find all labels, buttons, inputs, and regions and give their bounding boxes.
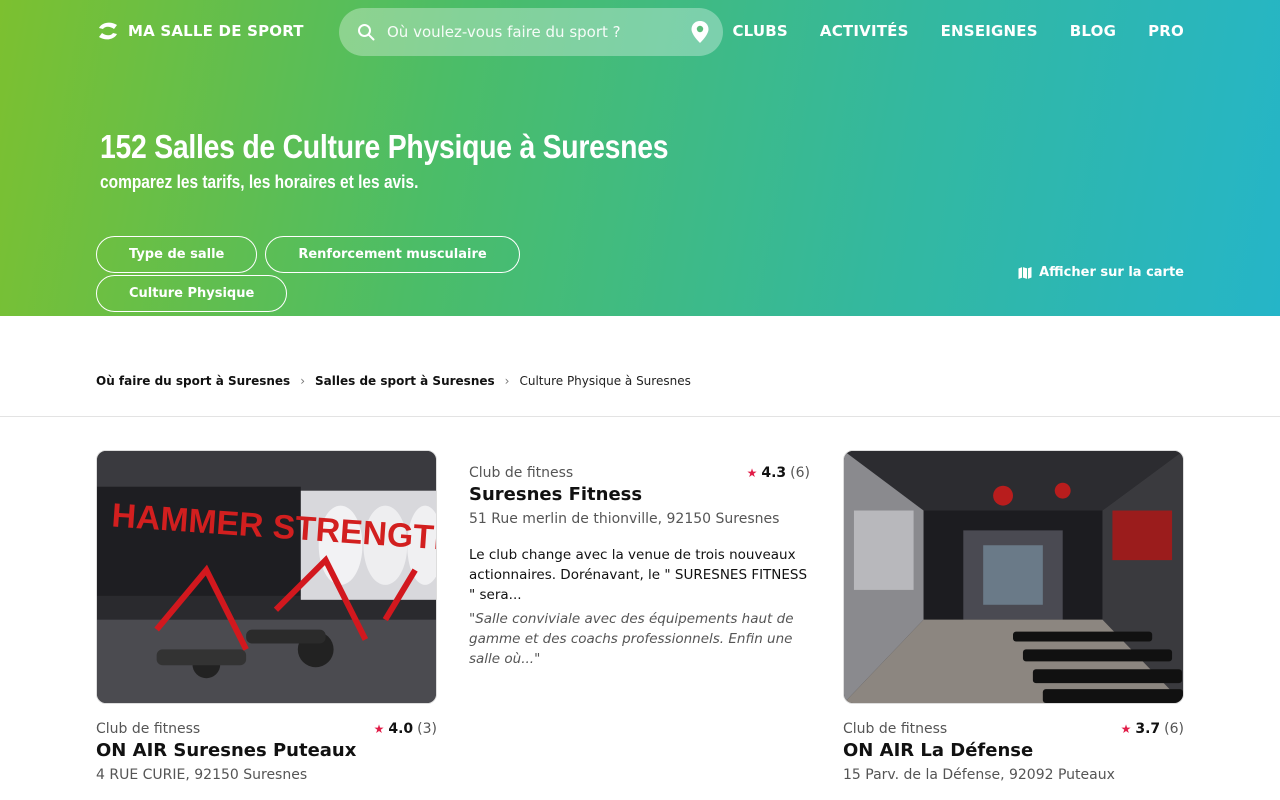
rating-score: 4.3 <box>761 465 787 481</box>
breadcrumb-item-salles-suresnes[interactable]: Salles de sport à Suresnes <box>315 374 495 388</box>
rating-score: 4.0 <box>388 721 414 737</box>
rating-count: (6) <box>1164 721 1184 737</box>
club-name[interactable]: ON AIR La Défense <box>843 740 1184 761</box>
map-icon <box>1018 266 1032 279</box>
club-card-on-air-la-defense[interactable]: Club de fitness ★ 3.7 (6) ON AIR La Défe… <box>843 721 1184 783</box>
club-category: Club de fitness <box>843 721 948 737</box>
club-category: Club de fitness <box>96 721 201 737</box>
main-nav: CLUBS ACTIVITÉS ENSEIGNES BLOG PRO <box>732 22 1184 40</box>
nav-enseignes[interactable]: ENSEIGNES <box>941 22 1038 40</box>
show-map-link[interactable]: Afficher sur la carte <box>1018 265 1184 280</box>
club-rating: ★ 4.0 (3) <box>374 721 437 737</box>
nav-pro[interactable]: PRO <box>1148 22 1184 40</box>
rating-count: (3) <box>417 721 437 737</box>
club-image-on-air-la-defense[interactable] <box>843 450 1184 704</box>
club-card-on-air-suresnes[interactable]: Club de fitness ★ 4.0 (3) ON AIR Suresne… <box>96 721 437 783</box>
star-icon: ★ <box>746 466 758 480</box>
nav-blog[interactable]: BLOG <box>1070 22 1116 40</box>
star-icon: ★ <box>373 722 385 736</box>
page-subtitle: comparez les tarifs, les horaires et les… <box>100 172 419 192</box>
club-rating: ★ 3.7 (6) <box>1121 721 1184 737</box>
club-address: 51 Rue merlin de thionville, 92150 Sures… <box>469 511 780 527</box>
breadcrumb: Où faire du sport à Suresnes › Salles de… <box>96 374 691 388</box>
show-map-label: Afficher sur la carte <box>1039 265 1184 280</box>
club-address: 15 Parv. de la Défense, 92092 Puteaux <box>843 767 1115 783</box>
nav-activites[interactable]: ACTIVITÉS <box>820 22 909 40</box>
rating-score: 3.7 <box>1135 721 1161 737</box>
search-icon <box>358 24 375 41</box>
chevron-right-icon: › <box>300 374 306 388</box>
location-pin-icon[interactable] <box>691 21 709 43</box>
breadcrumb-current: Culture Physique à Suresnes <box>519 374 691 388</box>
club-category: Club de fitness <box>469 465 574 481</box>
logo-icon <box>99 22 117 40</box>
search-input[interactable] <box>387 23 691 41</box>
page-title: 152 Salles de Culture Physique à Suresne… <box>100 128 669 165</box>
club-rating: ★ 4.3 (6) <box>747 465 810 481</box>
club-description: Le club change avec la venue de trois no… <box>469 547 808 603</box>
breadcrumb-item-sport-suresnes[interactable]: Où faire du sport à Suresnes <box>96 374 290 388</box>
filter-chips: Type de salle Renforcement musculaire Cu… <box>96 236 536 312</box>
filter-culture-physique[interactable]: Culture Physique <box>96 275 288 312</box>
section-divider <box>0 416 1280 417</box>
club-name[interactable]: Suresnes Fitness <box>469 484 810 505</box>
club-card-suresnes-fitness[interactable]: Club de fitness ★ 4.3 (6) Suresnes Fitne… <box>469 465 810 669</box>
nav-clubs[interactable]: CLUBS <box>732 22 787 40</box>
club-address: 4 RUE CURIE, 92150 Suresnes <box>96 767 308 783</box>
club-image-on-air-suresnes[interactable]: HAMMER STRENGTH <box>96 450 437 704</box>
filter-type-de-salle[interactable]: Type de salle <box>96 236 258 273</box>
star-icon: ★ <box>1120 722 1132 736</box>
search-bar[interactable] <box>339 8 723 56</box>
club-name[interactable]: ON AIR Suresnes Puteaux <box>96 740 437 761</box>
club-review-excerpt: "Salle conviviale avec des équipements h… <box>469 611 794 667</box>
rating-count: (6) <box>790 465 810 481</box>
filter-renforcement-musculaire[interactable]: Renforcement musculaire <box>265 236 520 273</box>
chevron-right-icon: › <box>504 374 510 388</box>
logo-text: MA SALLE DE SPORT <box>128 22 304 40</box>
site-logo[interactable]: MA SALLE DE SPORT <box>96 20 304 42</box>
